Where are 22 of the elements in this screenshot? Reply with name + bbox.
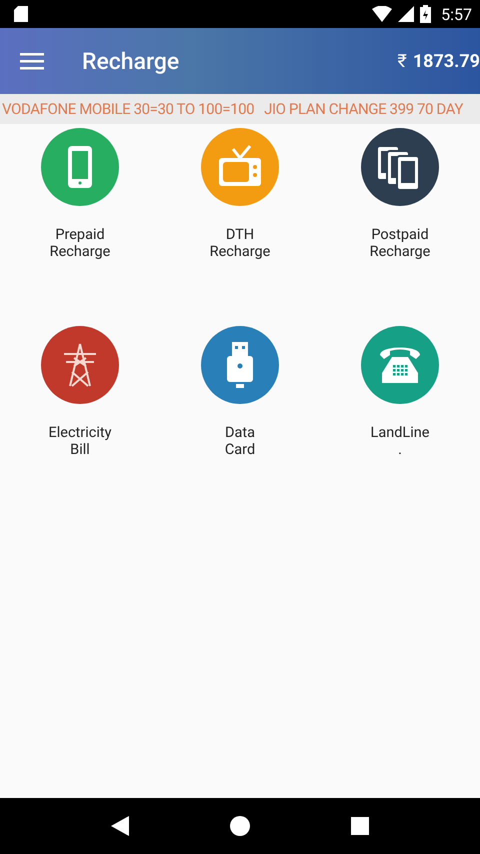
clock-time: 5:57 — [441, 4, 472, 24]
usb-drive-icon — [225, 340, 255, 390]
screen-title: Recharge — [82, 48, 180, 74]
service-label: Prepaid Recharge — [50, 226, 110, 260]
recents-icon[interactable] — [351, 817, 370, 835]
phone-icon — [67, 145, 93, 189]
service-label: LandLine . — [370, 424, 430, 458]
television-icon — [217, 145, 263, 189]
signal-icon — [398, 6, 414, 22]
sd-card-icon — [14, 6, 28, 22]
wallet-balance: 1873.79 — [412, 50, 480, 72]
back-icon[interactable] — [110, 816, 129, 836]
menu-icon[interactable] — [20, 52, 44, 70]
home-icon[interactable] — [230, 816, 250, 836]
wifi-icon — [372, 6, 392, 22]
ticker-text: VODAFONE MOBILE 30=30 TO 100=100 JIO PLAN CHANGE 399 70 DAY — [2, 100, 463, 118]
service-label: Electricity Bill — [48, 424, 112, 458]
service-label: Postpaid Recharge — [370, 226, 430, 260]
battery-icon — [420, 5, 432, 23]
service-label: DTH Recharge — [210, 226, 270, 260]
rupee-symbol: ₹ — [398, 50, 407, 72]
service-label: Data Card — [224, 424, 256, 458]
